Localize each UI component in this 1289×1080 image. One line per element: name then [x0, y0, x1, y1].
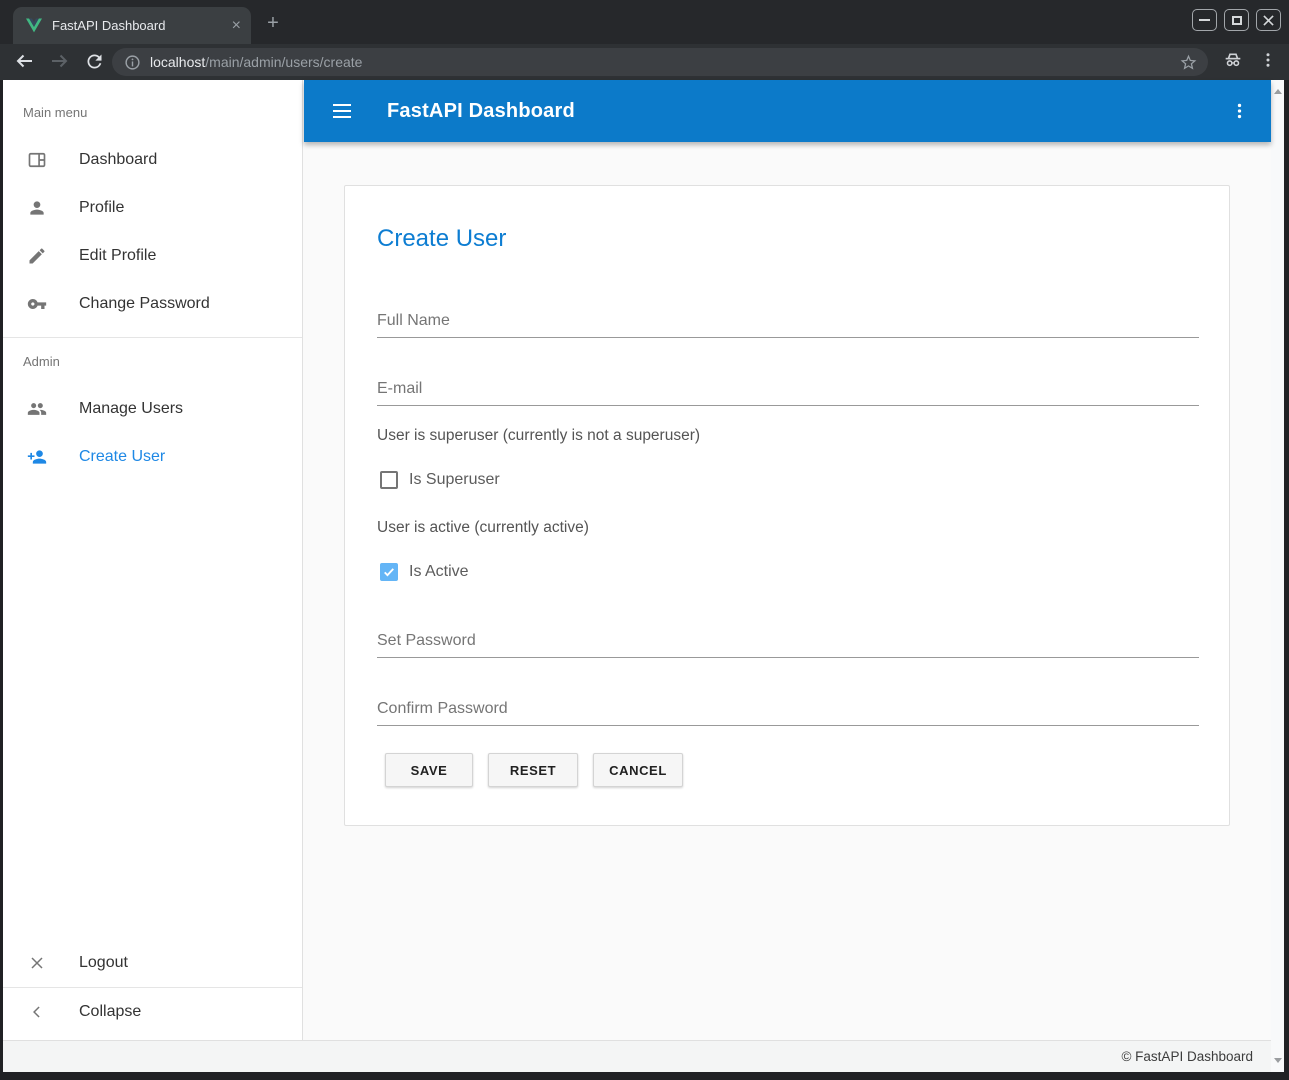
is-superuser-checkbox[interactable] [380, 471, 398, 489]
browser-window: FastAPI Dashboard × + [0, 0, 1289, 1080]
is-active-row: Is Active [380, 559, 469, 585]
vue-logo-icon [26, 18, 42, 33]
set-password-input[interactable] [377, 624, 1199, 658]
email-input[interactable] [377, 372, 1199, 406]
logout-x-icon [27, 953, 47, 973]
cancel-button[interactable]: CANCEL [593, 753, 683, 787]
main-area: Create User User is superuser (currently… [304, 142, 1271, 1040]
sidebar-divider [3, 337, 302, 338]
close-button[interactable] [1256, 9, 1281, 31]
sidebar-item-label: Logout [79, 954, 128, 972]
sidebar-item-label: Edit Profile [79, 247, 156, 265]
forward-icon[interactable] [48, 49, 72, 73]
superuser-note: User is superuser (currently is not a su… [377, 427, 700, 445]
appbar-menu-icon[interactable] [1230, 100, 1249, 122]
sidebar-item-label: Profile [79, 199, 124, 217]
page-title: Create User [377, 225, 506, 253]
minimize-button[interactable] [1192, 9, 1217, 31]
new-tab-button[interactable]: + [260, 10, 286, 36]
browser-toolbar: localhost/main/admin/users/create [0, 44, 1289, 80]
tab-title: FastAPI Dashboard [52, 18, 232, 33]
sidebar-item-manage-users[interactable]: Manage Users [3, 385, 302, 433]
browser-tab[interactable]: FastAPI Dashboard × [13, 7, 251, 44]
sidebar-item-logout[interactable]: Logout [3, 939, 302, 987]
is-superuser-label: Is Superuser [409, 471, 500, 489]
appbar-title: FastAPI Dashboard [387, 100, 575, 123]
bookmark-star-icon[interactable] [1179, 53, 1198, 72]
sidebar-item-label: Dashboard [79, 151, 157, 169]
sidebar-item-profile[interactable]: Profile [3, 184, 302, 232]
chevron-left-icon [27, 1002, 47, 1022]
sidebar-item-collapse[interactable]: Collapse [3, 988, 302, 1036]
hamburger-menu-icon[interactable] [330, 99, 354, 123]
sidebar-item-dashboard[interactable]: Dashboard [3, 136, 302, 184]
check-icon [382, 565, 396, 579]
sidebar-caption-main-menu: Main menu [23, 105, 87, 120]
sidebar-item-change-password[interactable]: Change Password [3, 280, 302, 328]
page-scrollbar[interactable] [1271, 80, 1284, 1072]
person-add-icon [27, 447, 47, 467]
reset-button[interactable]: RESET [488, 753, 578, 787]
sidebar-item-label: Change Password [79, 295, 210, 313]
full-name-input[interactable] [377, 304, 1199, 338]
key-icon [27, 294, 47, 314]
is-active-label: Is Active [409, 563, 469, 581]
dashboard-icon [27, 150, 47, 170]
save-button[interactable]: SAVE [385, 753, 473, 787]
sidebar-item-label: Create User [79, 448, 165, 466]
is-active-checkbox[interactable] [380, 563, 398, 581]
person-icon [27, 198, 47, 218]
form-buttons: SAVE RESET CANCEL [385, 753, 683, 787]
minimize-icon [1199, 19, 1210, 21]
sidebar-caption-admin: Admin [23, 354, 60, 369]
is-superuser-row: Is Superuser [380, 467, 500, 493]
reload-icon[interactable] [84, 51, 105, 72]
page-footer: © FastAPI Dashboard [3, 1040, 1271, 1072]
browser-menu-icon[interactable] [1259, 49, 1277, 71]
sidebar-item-edit-profile[interactable]: Edit Profile [3, 232, 302, 280]
scroll-up-arrow-icon[interactable] [1271, 85, 1284, 98]
sidebar: Main menu Dashboard Profile Edit Profile [3, 80, 303, 1040]
maximize-icon [1232, 16, 1242, 25]
create-user-card: Create User User is superuser (currently… [344, 185, 1230, 826]
maximize-button[interactable] [1224, 9, 1249, 31]
window-controls [1192, 9, 1281, 31]
scroll-down-arrow-icon[interactable] [1271, 1054, 1284, 1067]
appbar: FastAPI Dashboard [304, 80, 1271, 142]
active-note: User is active (currently active) [377, 519, 589, 537]
confirm-password-input[interactable] [377, 692, 1199, 726]
page-content: Main menu Dashboard Profile Edit Profile [3, 80, 1284, 1072]
url-path: /main/admin/users/create [205, 54, 362, 70]
browser-tabstrip: FastAPI Dashboard × + [0, 0, 1289, 44]
copyright-text: © FastAPI Dashboard [1121, 1049, 1253, 1064]
sidebar-item-label: Manage Users [79, 400, 183, 418]
sidebar-item-label: Collapse [79, 1003, 141, 1021]
people-icon [27, 399, 47, 419]
incognito-icon [1221, 49, 1245, 71]
pencil-icon [27, 246, 47, 266]
url-bar[interactable]: localhost/main/admin/users/create [112, 48, 1208, 76]
url-host: localhost [150, 54, 205, 70]
back-icon[interactable] [12, 49, 36, 73]
sidebar-item-create-user[interactable]: Create User [3, 433, 302, 481]
site-info-icon[interactable] [124, 54, 141, 71]
close-icon [1263, 15, 1274, 26]
tab-close-icon[interactable]: × [232, 18, 241, 34]
